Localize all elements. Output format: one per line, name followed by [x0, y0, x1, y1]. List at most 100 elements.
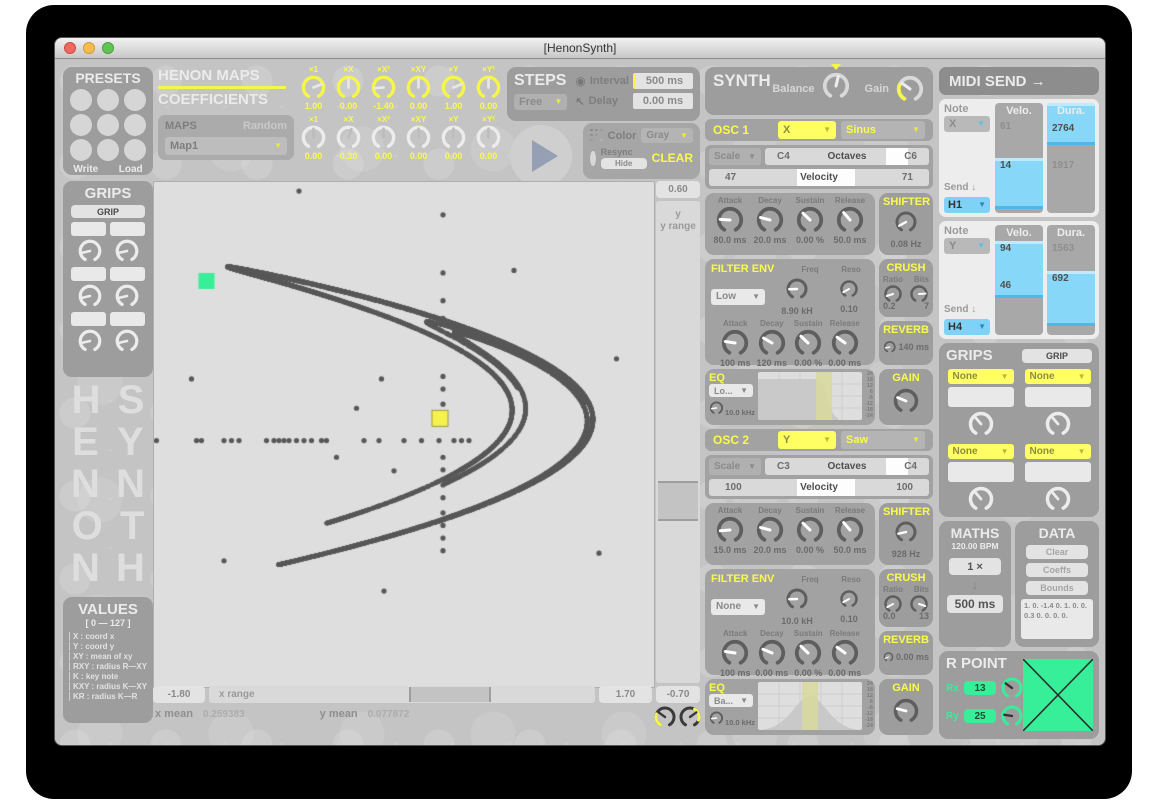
adsr-knob[interactable]	[757, 328, 787, 358]
coeff-knob[interactable]	[335, 124, 362, 151]
grip-knob[interactable]	[1044, 485, 1072, 513]
grip-box[interactable]	[71, 222, 106, 236]
grip-left-button[interactable]: GRIP	[71, 205, 145, 218]
eq-freq-knob[interactable]	[709, 399, 724, 417]
eq-freq-knob[interactable]	[709, 709, 724, 727]
adsr-knob[interactable]	[795, 515, 825, 545]
title-bar[interactable]: [HenonSynth]	[55, 38, 1105, 59]
osc-gain-knob[interactable]	[892, 387, 920, 415]
preset-slot[interactable]	[124, 89, 146, 111]
data-coeffs-button[interactable]: Coeffs	[1026, 563, 1088, 577]
mini-knob-right[interactable]	[678, 705, 702, 729]
y-range-thumb[interactable]	[658, 481, 698, 521]
preset-write-button[interactable]: Write	[73, 164, 98, 175]
reverb-knob[interactable]	[883, 646, 894, 668]
dura-column[interactable]: Dura. 2764 1917	[1047, 103, 1095, 213]
grip-box[interactable]	[110, 267, 145, 281]
preset-slot[interactable]	[97, 89, 119, 111]
eq-mode-select[interactable]: Lo...▼	[709, 384, 753, 397]
scale-select[interactable]: Scale▼	[709, 148, 761, 165]
dura-column[interactable]: Dura. 1563 692	[1047, 225, 1095, 335]
adsr-knob[interactable]	[830, 638, 860, 668]
adsr-knob[interactable]	[835, 515, 865, 545]
coeff-knob[interactable]	[370, 124, 397, 151]
adsr-knob[interactable]	[755, 515, 785, 545]
preset-slot[interactable]	[124, 139, 146, 161]
grip-knob[interactable]	[967, 410, 995, 438]
hide-button[interactable]: Hide	[601, 158, 647, 169]
coeff-knob[interactable]	[475, 74, 502, 101]
x-max-field[interactable]: 1.70	[599, 686, 652, 703]
filter-mode-select[interactable]: Low▼	[711, 289, 765, 305]
interval-radio-icon[interactable]: ◉	[575, 74, 585, 88]
random-button[interactable]: Random	[243, 120, 287, 132]
x-min-field[interactable]: -1.80	[153, 686, 205, 703]
coeff-knob[interactable]	[440, 74, 467, 101]
x-range-slider[interactable]: x range	[209, 686, 595, 703]
send-select[interactable]: H4▼	[944, 319, 990, 335]
grip-box[interactable]	[948, 387, 1014, 407]
resync-button[interactable]	[590, 151, 596, 166]
rx-field[interactable]: 13	[964, 681, 996, 695]
velo-column[interactable]: Velo. 61 14	[995, 103, 1043, 213]
coeff-knob[interactable]	[440, 124, 467, 151]
preset-slot[interactable]	[70, 89, 92, 111]
preset-load-button[interactable]: Load	[119, 164, 143, 175]
grip-source-select[interactable]: None▼	[1025, 369, 1091, 384]
grip-box[interactable]	[71, 312, 106, 326]
grip-knob[interactable]	[77, 328, 103, 354]
minimize-button[interactable]	[83, 42, 95, 54]
preset-slot[interactable]	[97, 114, 119, 136]
coeff-knob[interactable]	[405, 124, 432, 151]
delay-field[interactable]: 0.00 ms	[633, 93, 693, 109]
coeff-knob[interactable]	[300, 124, 327, 151]
send-select[interactable]: H1▼	[944, 197, 990, 213]
reso-knob[interactable]	[839, 589, 859, 609]
grip-box[interactable]	[110, 312, 145, 326]
coeff-knob[interactable]	[370, 74, 397, 101]
grip-knob[interactable]	[77, 283, 103, 309]
scale-select[interactable]: Scale▼	[709, 458, 761, 475]
grip-box[interactable]	[1025, 462, 1091, 482]
steps-mode-select[interactable]: Free▼	[514, 94, 567, 110]
grip-knob[interactable]	[114, 238, 140, 264]
grip-knob[interactable]	[1044, 410, 1072, 438]
adsr-knob[interactable]	[715, 515, 745, 545]
grip-knob[interactable]	[77, 238, 103, 264]
preset-slot[interactable]	[70, 114, 92, 136]
maths-mult-field[interactable]: 1 ×	[949, 558, 1001, 575]
ry-field[interactable]: 25	[964, 709, 996, 723]
adsr-knob[interactable]	[793, 328, 823, 358]
preset-slot[interactable]	[124, 114, 146, 136]
shifter-knob[interactable]	[894, 210, 918, 234]
coeff-knob[interactable]	[300, 74, 327, 101]
adsr-knob[interactable]	[835, 205, 865, 235]
adsr-knob[interactable]	[830, 328, 860, 358]
adsr-knob[interactable]	[715, 205, 745, 235]
shifter-knob[interactable]	[894, 520, 918, 544]
osc-source-select[interactable]: X▼	[778, 121, 836, 139]
eq-mode-select[interactable]: Ba...▼	[709, 694, 753, 707]
coeff-knob[interactable]	[335, 74, 362, 101]
grip-knob[interactable]	[114, 283, 140, 309]
note-select[interactable]: Y▼	[944, 238, 990, 254]
color-select[interactable]: Gray▼	[641, 128, 693, 143]
balance-knob[interactable]	[821, 71, 851, 101]
rx-knob[interactable]	[1000, 676, 1024, 700]
ry-knob[interactable]	[1000, 704, 1024, 728]
y-range-slider[interactable]: yy range	[656, 201, 700, 683]
play-button[interactable]	[510, 125, 572, 187]
adsr-knob[interactable]	[755, 205, 785, 235]
reverb-knob[interactable]	[883, 336, 896, 358]
adsr-knob[interactable]	[757, 638, 787, 668]
octaves-range[interactable]: C4OctavesC6	[765, 148, 929, 165]
velo-column[interactable]: Velo. 94 46	[995, 225, 1043, 335]
octaves-range[interactable]: C3OctavesC4	[765, 458, 929, 475]
adsr-knob[interactable]	[720, 638, 750, 668]
synth-gain-knob[interactable]	[895, 74, 925, 104]
data-bounds-button[interactable]: Bounds	[1026, 581, 1088, 595]
osc-wave-select[interactable]: Sinus▼	[841, 121, 925, 139]
grip-knob[interactable]	[967, 485, 995, 513]
adsr-knob[interactable]	[720, 328, 750, 358]
rpoint-pad[interactable]	[1023, 659, 1093, 731]
